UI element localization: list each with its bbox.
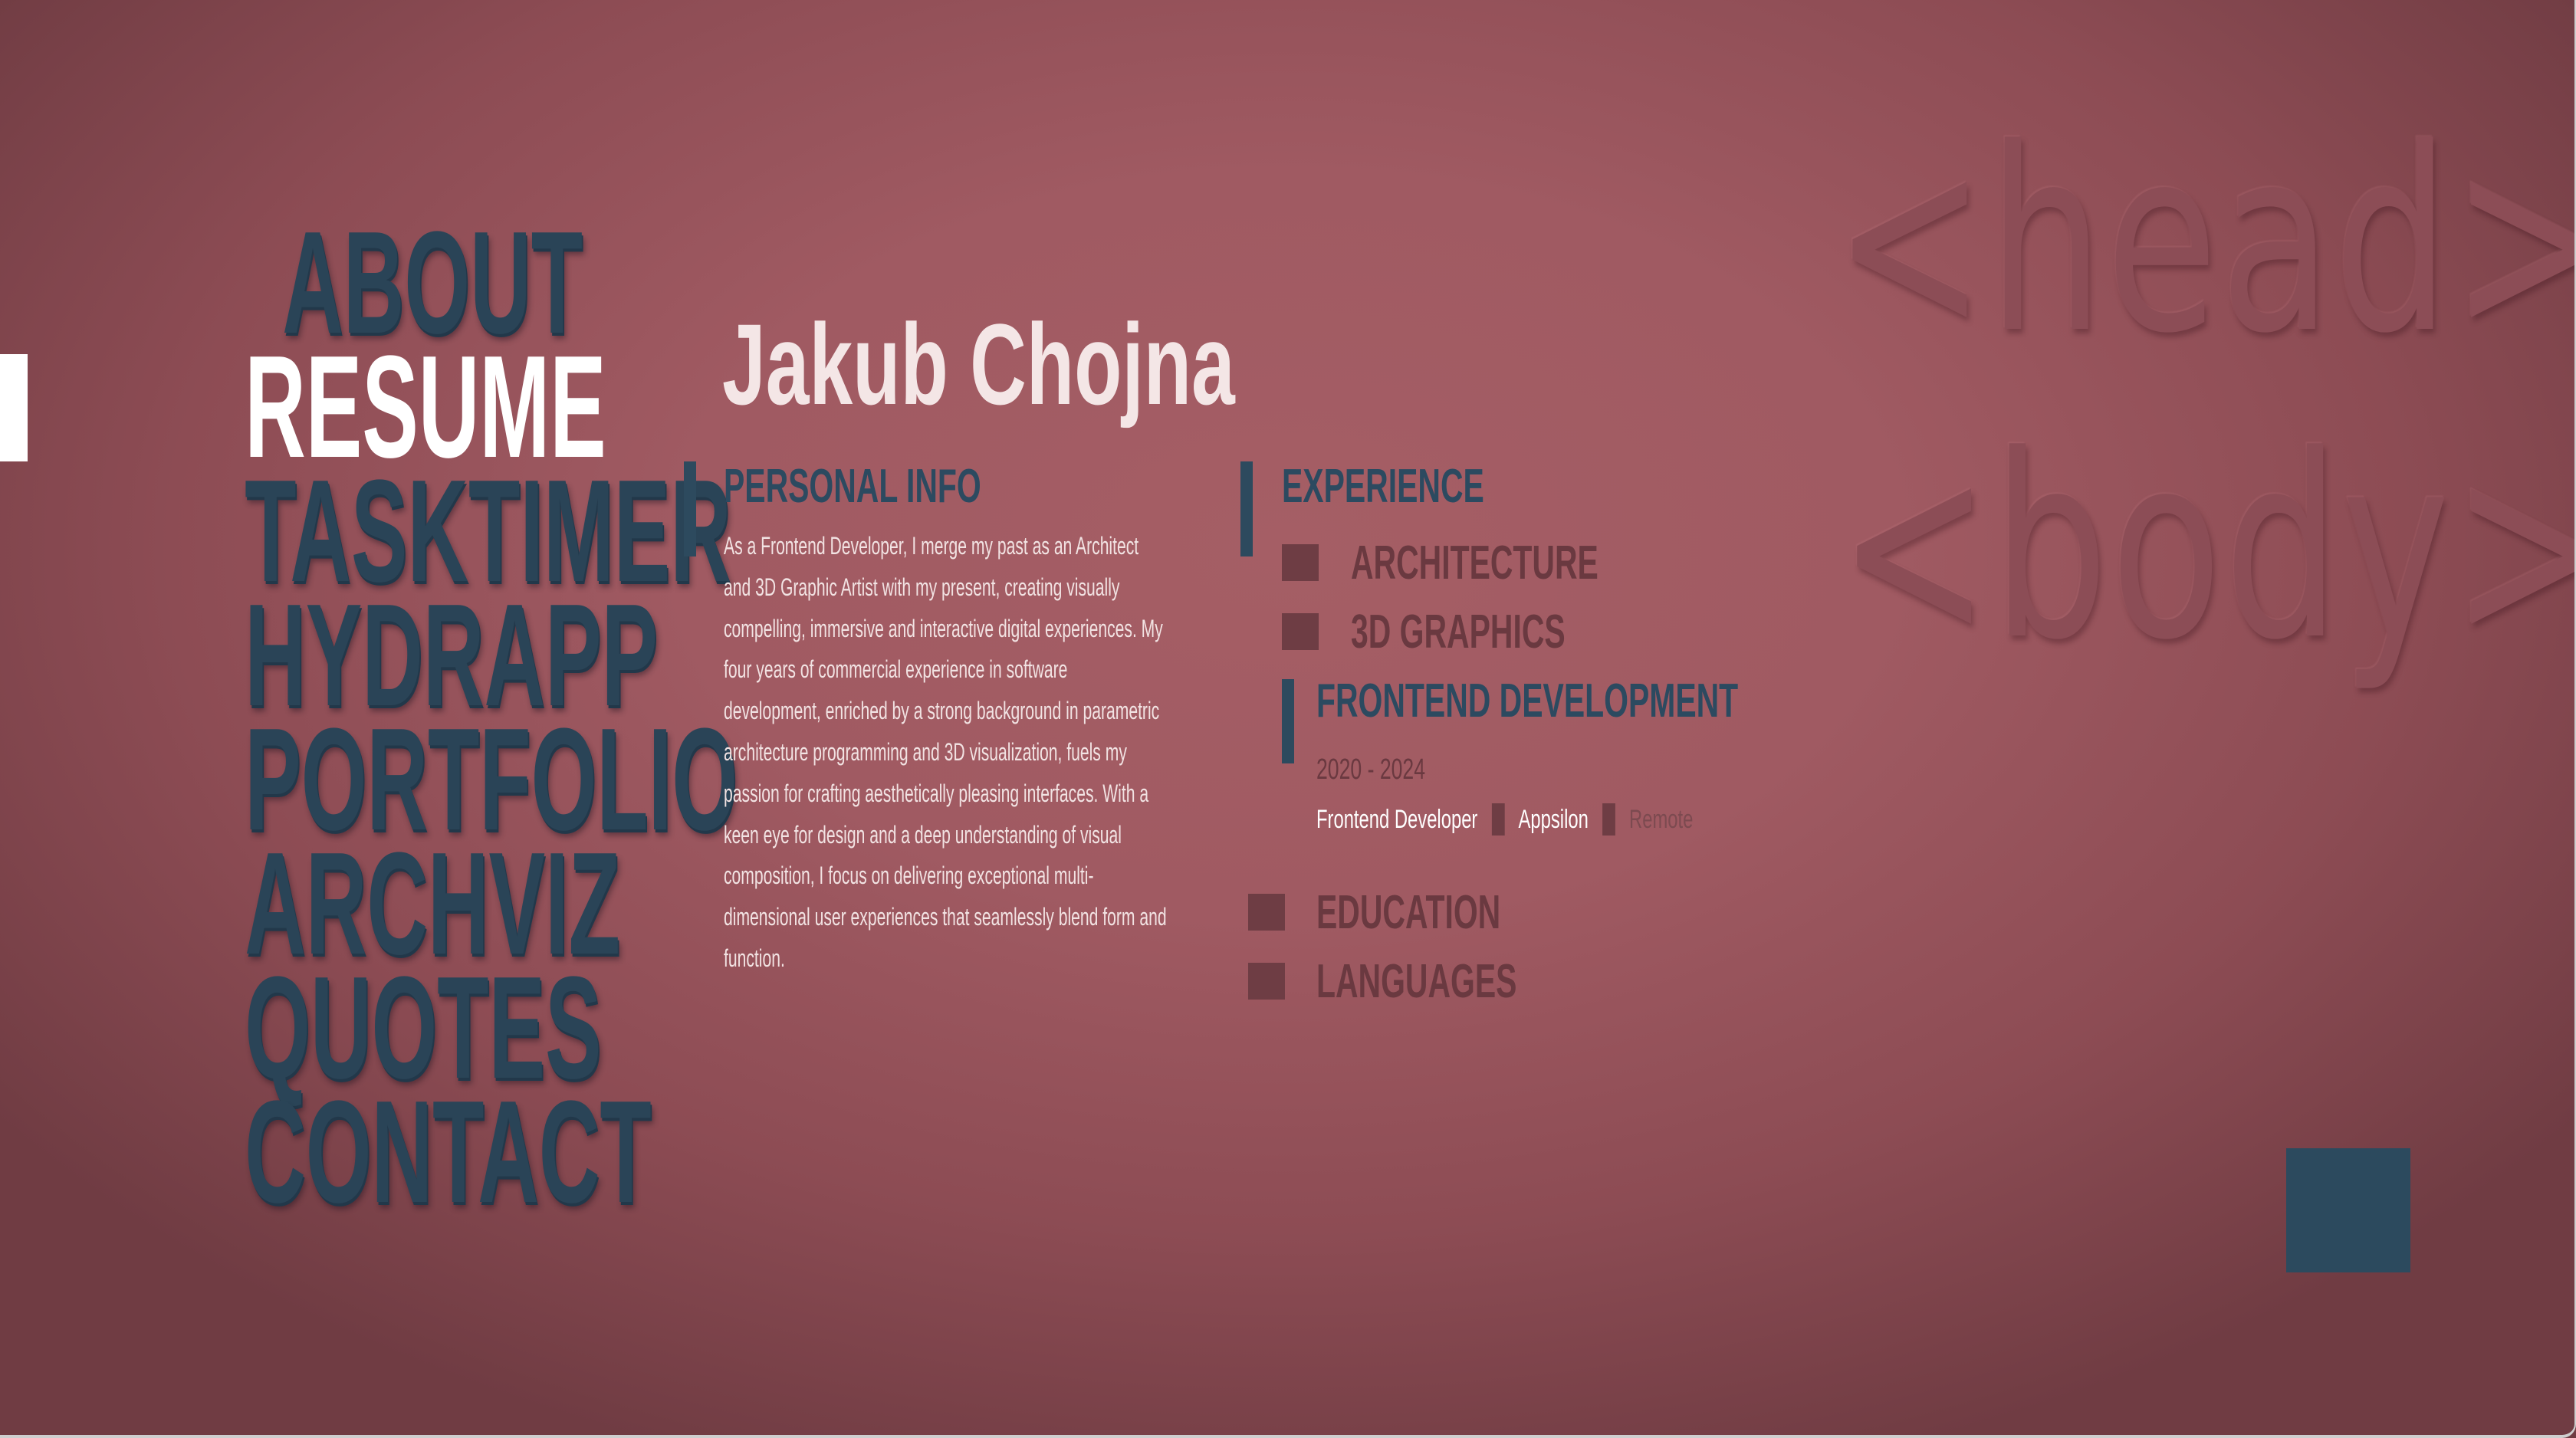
education-marker: [1248, 894, 1285, 931]
experience-years: 2020 - 2024: [1316, 753, 1425, 786]
job-details: Frontend Developer Appsilon Remote: [1316, 803, 1693, 836]
section-languages[interactable]: LANGUAGES: [1316, 958, 1516, 1006]
3d-graphics-marker: [1282, 613, 1319, 650]
job-separator: [1602, 803, 1615, 836]
experience-item-3d-graphics[interactable]: 3D GRAPHICS: [1351, 609, 1566, 656]
decorative-square: [2286, 1148, 2410, 1272]
architecture-marker: [1282, 544, 1319, 581]
main-navigation: ABOUT RESUME TASKTIMER HYDRAPP PORTFOLIO…: [0, 210, 738, 1225]
experience-item-architecture[interactable]: ARCHITECTURE: [1351, 540, 1598, 587]
nav-item-contact[interactable]: CONTACT: [245, 1079, 652, 1225]
job-role: Frontend Developer: [1316, 805, 1478, 834]
section-education[interactable]: EDUCATION: [1316, 889, 1500, 937]
background-head-tag: <head>: [1833, 94, 2576, 389]
personal-info-text: As a Frontend Developer, I merge my past…: [724, 532, 1167, 972]
job-company: Appsilon: [1518, 805, 1589, 834]
job-separator: [1491, 803, 1505, 836]
personal-info-bar: [684, 461, 696, 556]
background-body-tag: <body>: [1837, 401, 2576, 695]
page-title: Jakub Chojna: [722, 300, 1235, 428]
personal-info-title: PERSONAL INFO: [724, 460, 981, 513]
experience-title: EXPERIENCE: [1282, 460, 1484, 513]
languages-marker: [1248, 963, 1285, 1000]
experience-bar: [1240, 461, 1253, 556]
experience-item-frontend-development[interactable]: FRONTEND DEVELOPMENT: [1316, 678, 1738, 725]
frontend-development-bar: [1282, 679, 1294, 763]
job-place: Remote: [1629, 805, 1694, 834]
resume-page: <head> <body> ABOUT RESUME TASKTIMER HYD…: [0, 0, 2576, 1438]
